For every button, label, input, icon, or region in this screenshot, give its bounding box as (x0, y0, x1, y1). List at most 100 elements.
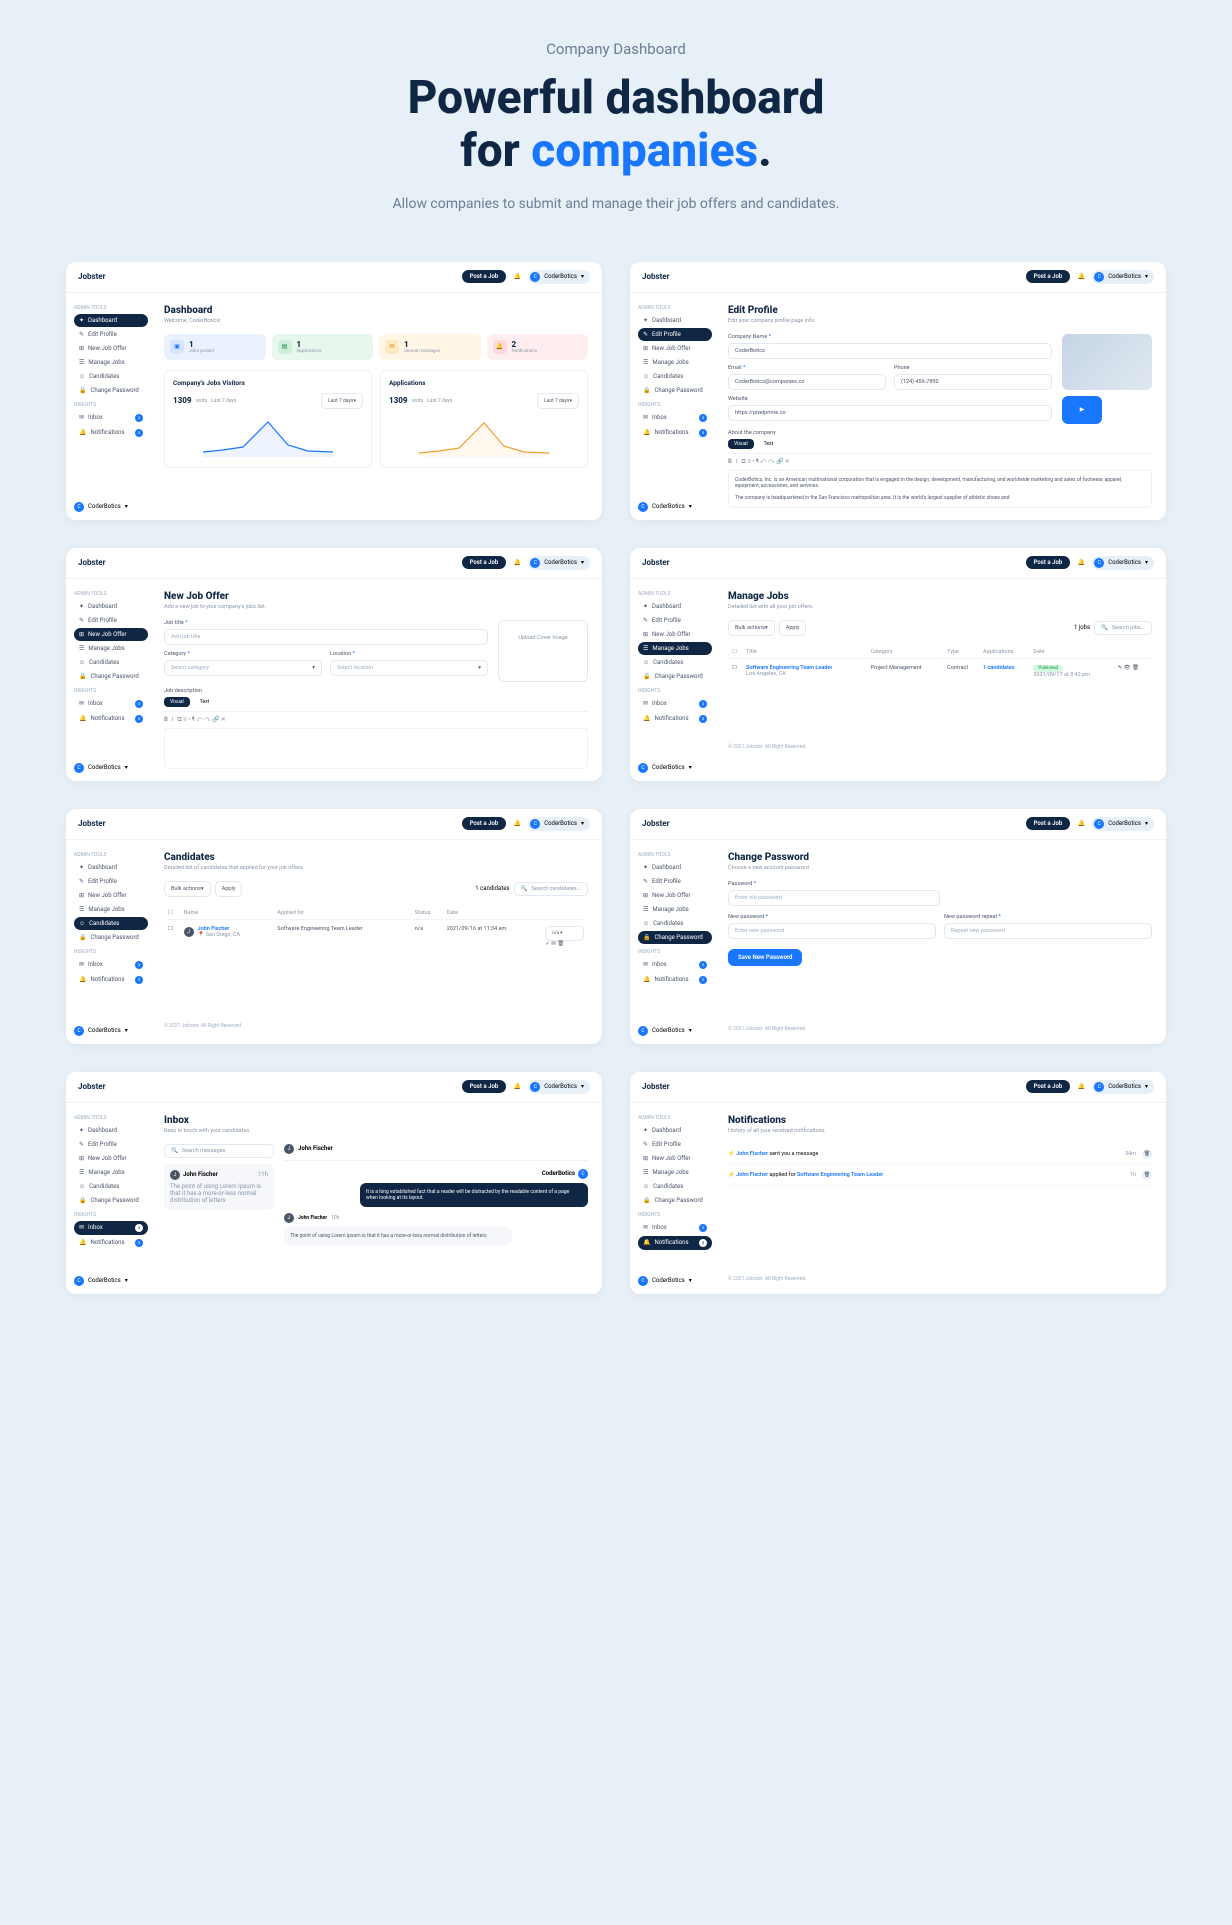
editor-toolbar[interactable]: B I ⧉ ≡ • ¶ ↶ ↷ 🔗 ✕ (164, 711, 588, 729)
sidebar-item-candidates[interactable]: ☺ Candidates (638, 370, 712, 383)
about-textarea[interactable]: CoderBotics, Inc. is an American multina… (728, 471, 1152, 508)
cover-image[interactable] (1062, 334, 1152, 390)
brand-logo[interactable]: Jobster (78, 558, 106, 567)
checkbox[interactable]: ☐ (168, 926, 173, 932)
sidebar-item-new-job[interactable]: ⊞ New Job Offer (74, 1152, 148, 1165)
sidebar-item-dashboard[interactable]: ✦ Dashboard (638, 314, 712, 327)
sidebar-item-candidates[interactable]: ☺ Candidates (74, 917, 148, 930)
sidebar-item-manage-jobs[interactable]: ☰ Manage Jobs (638, 642, 712, 655)
action-icon[interactable]: ✉ (551, 941, 556, 947)
sidebar-item-edit-profile[interactable]: ✎ Edit Profile (638, 1138, 712, 1151)
sidebar-item-new-job[interactable]: ⊞ New Job Offer (638, 889, 712, 902)
sidebar-item-notifications[interactable]: 🔔 Notifications5 (74, 1236, 148, 1250)
sidebar-item-candidates[interactable]: ☺ Candidates (638, 656, 712, 669)
sidebar-item-notifications[interactable]: 🔔 Notifications5 (638, 1236, 712, 1250)
notifications-icon[interactable]: 🔔 (512, 272, 522, 282)
job-title-input[interactable]: Add job title (164, 629, 488, 645)
checkbox[interactable]: ☐ (732, 665, 737, 671)
apply-button[interactable]: Apply (779, 620, 807, 636)
sidebar-item-manage-jobs[interactable]: ☰ Manage Jobs (74, 1166, 148, 1179)
post-job-button[interactable]: Post a Job (1026, 556, 1071, 569)
sidebar-item-manage-jobs[interactable]: ☰ Manage Jobs (74, 903, 148, 916)
phone-input[interactable]: (124) 456-7890 (894, 374, 1052, 390)
notification-row[interactable]: ⚡ John Fischer sent you a message 34m🗑 (728, 1144, 1152, 1165)
company-name-input[interactable]: CoderBotics (728, 343, 1052, 359)
location-select[interactable]: Select location▾ (330, 660, 488, 676)
delete-icon[interactable]: 🗑 (557, 941, 564, 947)
sidebar-item-manage-jobs[interactable]: ☰ Manage Jobs (638, 903, 712, 916)
editor-toolbar[interactable]: B I ⧉ ≡ • ¶ ↶ ↷ 🔗 ✕ (728, 453, 1152, 471)
search-jobs-input[interactable]: 🔍 Search jobs... (1094, 621, 1152, 635)
sidebar-item-change-password[interactable]: 🔒 Change Password (74, 670, 148, 683)
table-row[interactable]: ☐ JJohn Fischer📍 San Diego, CA Software … (166, 922, 586, 951)
video-upload-button[interactable]: ▶ (1062, 396, 1102, 424)
sidebar-item-inbox[interactable]: ✉ Inbox3 (638, 411, 712, 425)
post-job-button[interactable]: Post a Job (462, 270, 507, 283)
search-candidates-input[interactable]: 🔍 Search candidates... (514, 882, 588, 896)
save-password-button[interactable]: Save New Password (728, 949, 802, 966)
action-icon[interactable]: ✓ (545, 941, 550, 947)
brand-logo[interactable]: Jobster (642, 819, 670, 828)
sidebar-item-inbox[interactable]: ✉ Inbox3 (74, 697, 148, 711)
sidebar-item-inbox[interactable]: ✉ Inbox3 (74, 1221, 148, 1235)
table-row[interactable]: ☐ Software Engineering Team LeaderLos An… (730, 661, 1150, 682)
sidebar-item-change-password[interactable]: 🔒 Change Password (638, 931, 712, 944)
notification-row[interactable]: ⚡ John Fischer applied for Software Engi… (728, 1165, 1152, 1186)
sidebar-item-candidates[interactable]: ☺ Candidates (74, 656, 148, 669)
sidebar-item-manage-jobs[interactable]: ☰ Manage Jobs (74, 642, 148, 655)
notifications-icon[interactable]: 🔔 (1076, 819, 1086, 829)
notifications-icon[interactable]: 🔔 (1076, 272, 1086, 282)
sidebar-item-dashboard[interactable]: ✦ Dashboard (638, 1124, 712, 1137)
post-job-button[interactable]: Post a Job (462, 556, 507, 569)
user-menu[interactable]: CCoderBotics ▾ (528, 270, 590, 284)
repeat-password-input[interactable]: Repeat new password (944, 923, 1152, 939)
sidebar-item-inbox[interactable]: ✉ Inbox3 (638, 697, 712, 711)
sidebar-item-edit-profile[interactable]: ✎ Edit Profile (74, 1138, 148, 1151)
sidebar-item-dashboard[interactable]: ✦ Dashboard (74, 1124, 148, 1137)
sidebar-item-inbox[interactable]: ✉ Inbox3 (638, 1221, 712, 1235)
bulk-actions-select[interactable]: Bulk actions ▾ (164, 881, 211, 897)
apply-button[interactable]: Apply (215, 881, 243, 897)
sidebar-item-manage-jobs[interactable]: ☰ Manage Jobs (638, 356, 712, 369)
notifications-icon[interactable]: 🔔 (1076, 558, 1086, 568)
sidebar-item-notifications[interactable]: 🔔 Notifications5 (638, 973, 712, 987)
sidebar-item-candidates[interactable]: ☺ Candidates (74, 370, 148, 383)
sidebar-item-notifications[interactable]: 🔔 Notifications5 (74, 712, 148, 726)
brand-logo[interactable]: Jobster (78, 272, 106, 281)
post-job-button[interactable]: Post a Job (462, 817, 507, 830)
post-job-button[interactable]: Post a Job (462, 1080, 507, 1093)
sidebar-item-edit-profile[interactable]: ✎ Edit Profile (638, 328, 712, 341)
post-job-button[interactable]: Post a Job (1026, 270, 1071, 283)
sidebar-item-new-job[interactable]: ⊞ New Job Offer (638, 342, 712, 355)
sidebar-user[interactable]: CCoderBotics ▾ (74, 755, 148, 773)
category-select[interactable]: Select category▾ (164, 660, 322, 676)
sidebar-item-edit-profile[interactable]: ✎ Edit Profile (74, 875, 148, 888)
sidebar-item-new-job[interactable]: ⊞ New Job Offer (74, 342, 148, 355)
email-input[interactable]: CoderBotics@companies.co (728, 374, 886, 390)
sidebar-item-inbox[interactable]: ✉ Inbox3 (74, 411, 148, 425)
user-menu[interactable]: CCoderBotics ▾ (1092, 817, 1154, 831)
editor-tab-text[interactable]: Text (758, 439, 780, 449)
sidebar-item-change-password[interactable]: 🔒 Change Password (74, 1194, 148, 1207)
sidebar-item-dashboard[interactable]: ✦ Dashboard (74, 600, 148, 613)
view-icon[interactable]: 👁 (1124, 665, 1131, 671)
user-menu[interactable]: CCoderBotics ▾ (528, 556, 590, 570)
sidebar-item-candidates[interactable]: ☺ Candidates (638, 1180, 712, 1193)
brand-logo[interactable]: Jobster (78, 1082, 106, 1091)
notifications-icon[interactable]: 🔔 (512, 1082, 522, 1092)
user-menu[interactable]: CCoderBotics ▾ (1092, 556, 1154, 570)
user-menu[interactable]: CCoderBotics ▾ (528, 1080, 590, 1094)
brand-logo[interactable]: Jobster (642, 558, 670, 567)
post-job-button[interactable]: Post a Job (1026, 1080, 1071, 1093)
sidebar-item-dashboard[interactable]: ✦ Dashboard (638, 600, 712, 613)
notifications-icon[interactable]: 🔔 (1076, 1082, 1086, 1092)
editor-tab-visual[interactable]: Visual (164, 697, 190, 707)
sidebar-item-dashboard[interactable]: ✦ Dashboard (74, 314, 148, 327)
sidebar-item-dashboard[interactable]: ✦ Dashboard (74, 861, 148, 874)
sidebar-user[interactable]: CCoderBotics ▾ (638, 755, 712, 773)
cover-upload[interactable]: Upload Cover Image (498, 620, 588, 682)
sidebar-item-notifications[interactable]: 🔔 Notifications5 (638, 712, 712, 726)
sidebar-item-dashboard[interactable]: ✦ Dashboard (638, 861, 712, 874)
new-password-input[interactable]: Enter new password (728, 923, 936, 939)
sidebar-item-edit-profile[interactable]: ✎ Edit Profile (638, 875, 712, 888)
